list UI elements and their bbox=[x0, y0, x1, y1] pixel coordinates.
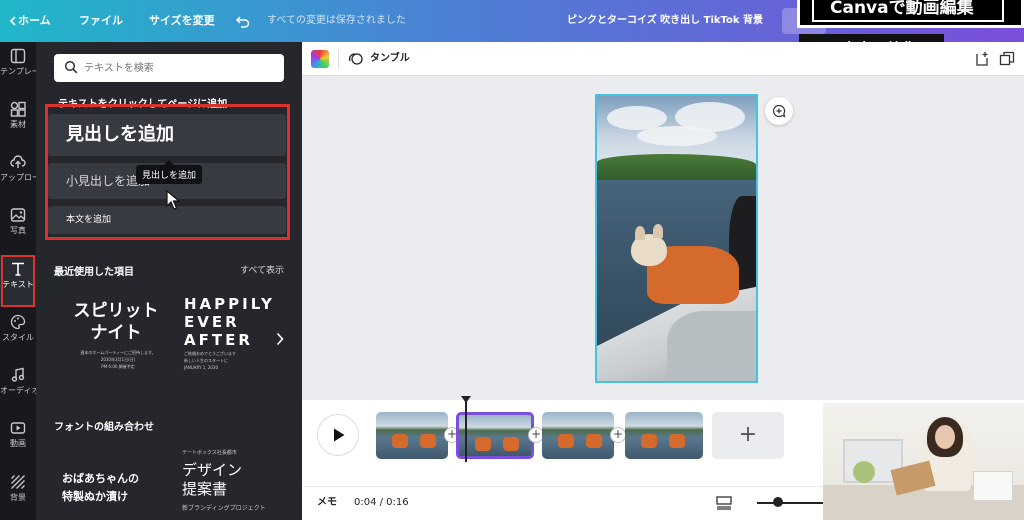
rail-item-templates[interactable]: テンプレート bbox=[0, 42, 36, 94]
playback-time: 0:04 / 0:16 bbox=[354, 497, 409, 508]
presenter-webcam-overlay bbox=[823, 403, 1024, 520]
font-pairs-section-title: フォントの組み合わせ bbox=[54, 422, 154, 433]
cloud-upload-icon bbox=[10, 155, 26, 168]
undo-icon[interactable] bbox=[235, 0, 250, 42]
document-title[interactable]: ピンクとターコイズ 吹き出し TikTok 背景 bbox=[567, 0, 763, 42]
video-caption-title: Canvaで動画編集 bbox=[797, 0, 1024, 28]
rail-label: テンプレート bbox=[0, 67, 36, 76]
rail-item-photos[interactable]: 写真 bbox=[0, 201, 36, 253]
play-button[interactable] bbox=[317, 414, 359, 456]
template-icon bbox=[10, 48, 26, 64]
color-picker-button[interactable] bbox=[311, 50, 329, 68]
canva-editor: ホーム ファイル サイズを変更 すべての変更は保存されました ピンクとターコイズ… bbox=[0, 0, 1024, 520]
font-pair-design-proposal[interactable]: デザイン 提案書 bbox=[182, 461, 292, 499]
cloud bbox=[637, 126, 717, 146]
dog-ear bbox=[653, 224, 663, 238]
palette-icon bbox=[10, 314, 26, 330]
add-comment-button[interactable] bbox=[765, 97, 793, 125]
editor-toolbar: タンブル bbox=[302, 42, 1024, 76]
text-search-input[interactable] bbox=[84, 58, 274, 78]
toolbar-divider bbox=[338, 49, 339, 69]
add-page-icon[interactable] bbox=[974, 51, 990, 67]
video-icon bbox=[10, 422, 26, 434]
rail-label: 背景 bbox=[10, 493, 26, 502]
comment-plus-icon bbox=[772, 104, 786, 118]
saved-status: すべての変更は保存されました bbox=[267, 15, 406, 26]
rail-label: 動画 bbox=[10, 439, 26, 448]
text-search-box[interactable] bbox=[54, 54, 284, 82]
timeline-playhead[interactable] bbox=[461, 396, 471, 462]
rail-item-videos[interactable]: 動画 bbox=[0, 414, 36, 466]
rail-label: オーディオ bbox=[0, 386, 36, 395]
home-menu[interactable]: ホーム bbox=[18, 0, 51, 42]
rail-item-styles[interactable]: スタイル bbox=[0, 308, 36, 360]
see-all-link[interactable]: すべて表示 bbox=[240, 263, 284, 276]
mouse-pointer-icon bbox=[166, 190, 180, 210]
canvas-area: タンブル bbox=[302, 42, 1024, 400]
timeline-clip-3[interactable] bbox=[542, 412, 614, 459]
zoom-slider-track[interactable] bbox=[757, 502, 827, 504]
recent-template-happily-ever-after[interactable]: HAPPILY EVER AFTER bbox=[184, 295, 284, 349]
timeline-clip-1[interactable] bbox=[376, 412, 448, 459]
side-rail: テンプレート 素材 アップロード 写真 テキスト スタイル オーディオ 動画 bbox=[0, 42, 36, 520]
add-clip-button[interactable]: + bbox=[712, 412, 784, 459]
animation-swirl-icon bbox=[348, 53, 363, 65]
rail-item-audio[interactable]: オーディオ bbox=[0, 361, 36, 413]
add-transition-button[interactable]: + bbox=[610, 427, 626, 443]
rail-label: スタイル bbox=[2, 333, 34, 342]
rail-label: 写真 bbox=[10, 226, 26, 235]
rail-label: アップロード bbox=[0, 173, 36, 182]
zoom-slider-handle[interactable] bbox=[773, 497, 783, 507]
chevron-right-icon[interactable] bbox=[276, 332, 284, 346]
background-pattern-icon bbox=[11, 475, 25, 489]
video-caption-title-text: Canvaで動画編集 bbox=[812, 0, 1004, 22]
heading-tooltip: 見出しを追加 bbox=[136, 160, 203, 184]
animate-button[interactable]: タンブル bbox=[348, 42, 410, 76]
search-icon bbox=[64, 60, 78, 74]
back-chevron-icon[interactable] bbox=[8, 0, 18, 42]
boat-interior bbox=[667, 311, 756, 381]
recent-template-happily-details: ご結婚おめでとうございます 新しい人生のスタートに JANUARY 1, 203… bbox=[184, 351, 236, 370]
grid-view-icon[interactable] bbox=[716, 496, 732, 510]
notes-button[interactable]: メモ bbox=[317, 487, 337, 519]
rail-label: 素材 bbox=[10, 120, 26, 129]
animate-label: タンブル bbox=[370, 53, 410, 64]
webcam-drawers bbox=[973, 471, 1013, 501]
dog-ear bbox=[635, 226, 645, 240]
recent-template-spirit-night-details: 週末のホームパーティーにご招待します。 2030年3月1日(日) PM 6:00… bbox=[80, 350, 156, 369]
photo-icon bbox=[10, 208, 26, 222]
font-pair-proposal-sub: 新ブランディングプロジェクト bbox=[182, 505, 266, 512]
text-panel: テキストをクリックしてページに追加 見出しを追加 小見出しを追加 本文を追加 見… bbox=[36, 42, 348, 520]
rail-item-background[interactable]: 背景 bbox=[0, 468, 36, 520]
shapes-icon bbox=[10, 101, 26, 117]
text-tab-highlight bbox=[1, 255, 35, 307]
play-icon bbox=[334, 428, 345, 442]
font-pair-grandma-pickles[interactable]: おばあちゃんの 特製ぬか漬け bbox=[62, 470, 162, 506]
timeline-clip-4[interactable] bbox=[625, 412, 703, 459]
music-note-icon bbox=[11, 367, 25, 382]
timeline-clip-2-selected[interactable] bbox=[456, 412, 534, 459]
webcam-presenter-face bbox=[935, 425, 955, 449]
webcam-plant bbox=[853, 461, 875, 483]
font-pair-proposal-top: テートボックス社長都市 bbox=[182, 450, 237, 456]
recent-section-title: 最近使用した項目 bbox=[54, 267, 134, 278]
file-menu[interactable]: ファイル bbox=[79, 0, 123, 42]
duplicate-page-icon[interactable] bbox=[999, 51, 1015, 67]
rail-item-elements[interactable]: 素材 bbox=[0, 95, 36, 147]
recent-template-spirit-night[interactable]: スピリット ナイト bbox=[66, 300, 166, 344]
video-canvas-page[interactable] bbox=[595, 94, 758, 383]
rail-item-uploads[interactable]: アップロード bbox=[0, 148, 36, 200]
resize-menu[interactable]: サイズを変更 bbox=[149, 0, 215, 42]
